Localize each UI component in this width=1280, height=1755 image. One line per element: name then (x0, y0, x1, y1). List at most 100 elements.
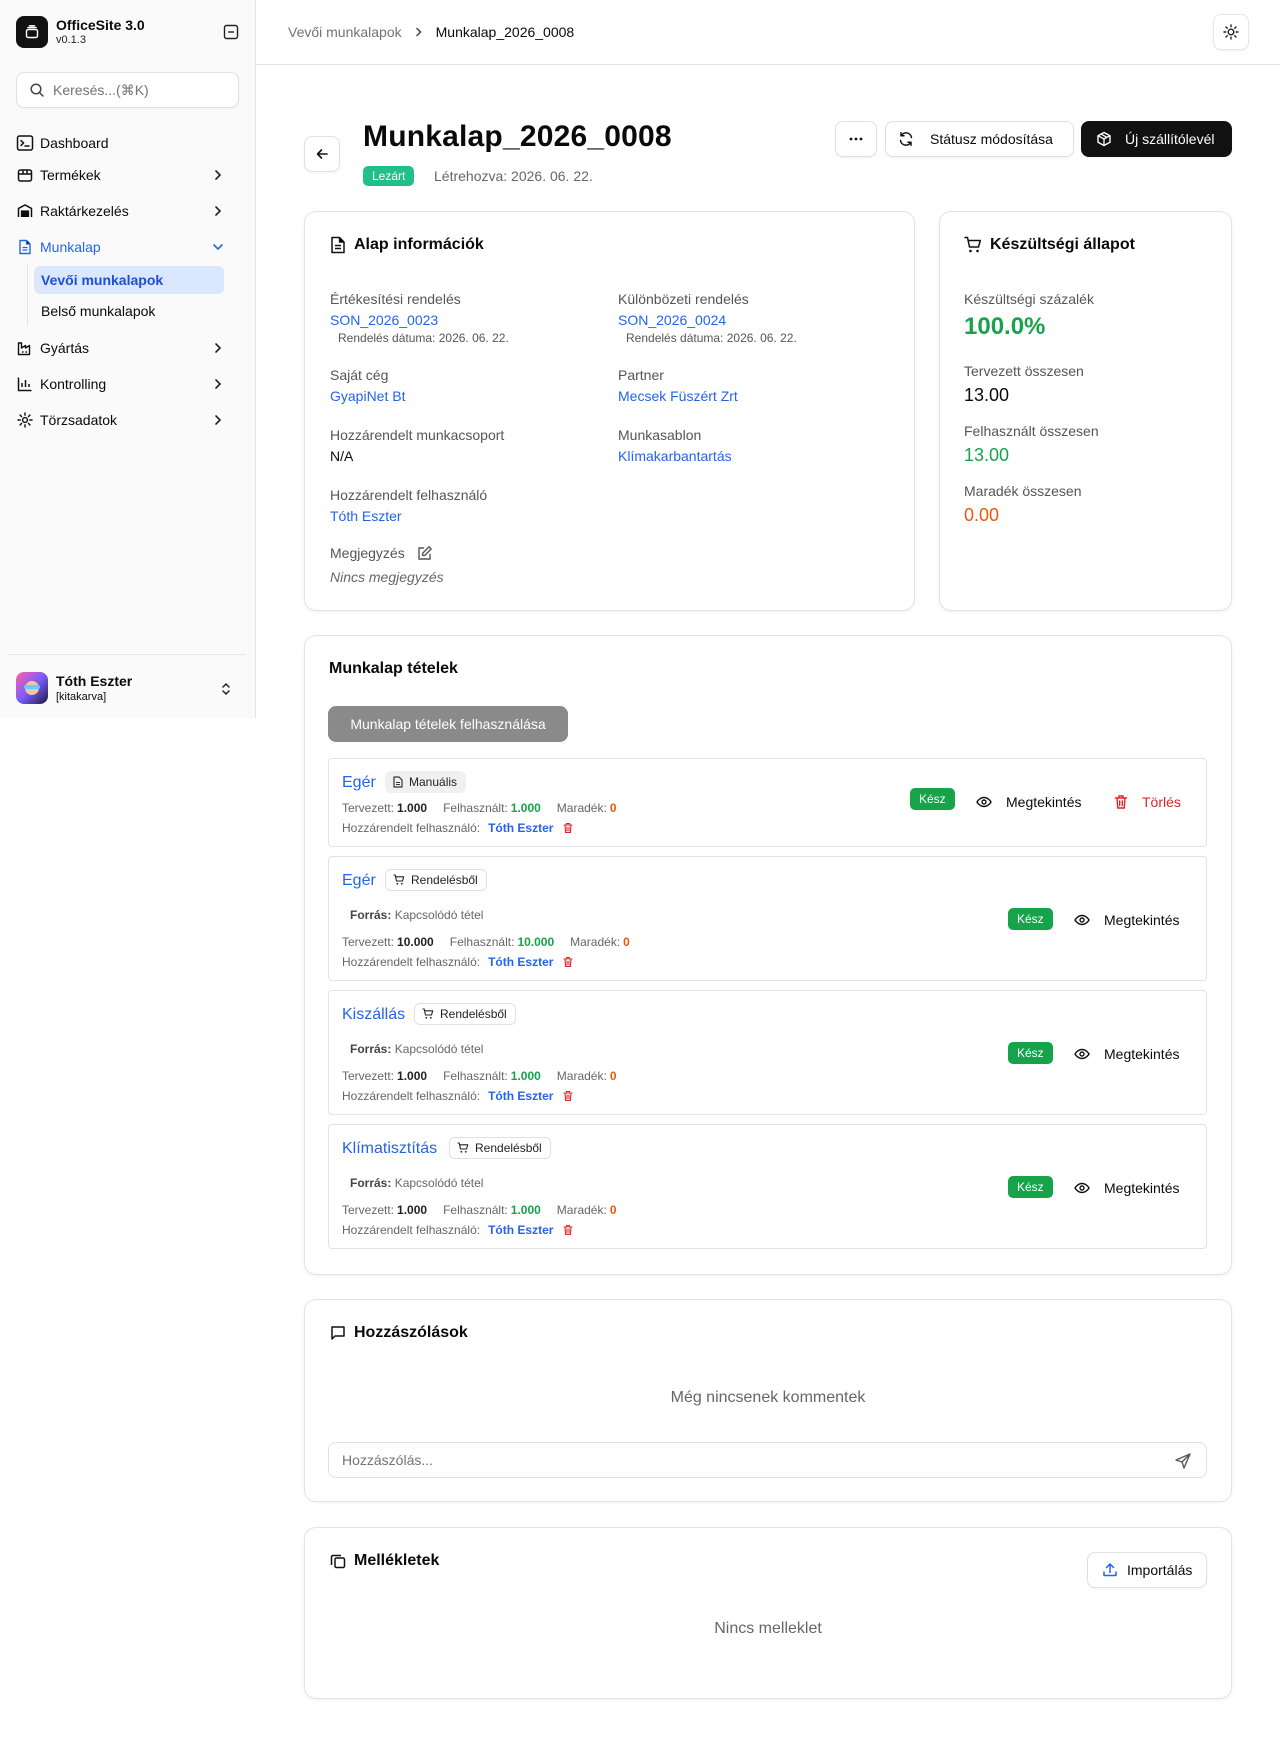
basic-info-title: Alap információk (330, 236, 484, 254)
template-link[interactable]: Klímakarbantartás (618, 448, 732, 464)
sidebar-subitem-belso-munkalapok[interactable]: Belső munkalapok (34, 297, 224, 325)
sidebar-item-label: Raktárkezelés (40, 203, 129, 219)
used-total-label: Felhasznált összesen (964, 423, 1099, 439)
diff-order-link[interactable]: SON_2026_0024 (618, 312, 726, 328)
sidebar-item-torzsadatok[interactable]: Törzsadatok (16, 406, 240, 434)
breadcrumb-current: Munkalap_2026_0008 (435, 24, 575, 40)
status-badge: Kész (1008, 908, 1053, 930)
items-title: Munkalap tételek (329, 660, 458, 677)
item-assigned-user: Hozzárendelt felhasználó: Tóth Eszter (342, 955, 573, 969)
eye-icon (1074, 1048, 1090, 1060)
own-company-link[interactable]: GyapiNet Bt (330, 388, 405, 404)
more-options-button[interactable] (835, 121, 877, 157)
item-source: Forrás: Kapcsolódó tétel (350, 908, 484, 922)
sidebar-item-label: Törzsadatok (40, 412, 118, 428)
status-badge: Kész (1008, 1176, 1053, 1198)
partner-label: Partner (618, 367, 664, 383)
sidebar-item-kontrolling[interactable]: Kontrolling (16, 370, 240, 398)
item-assigned-user: Hozzárendelt felhasználó: Tóth Eszter (342, 1089, 573, 1103)
search-input[interactable]: Keresés...(⌘K) (16, 72, 239, 108)
user-name: Tóth Eszter (56, 672, 133, 689)
breadcrumb-parent[interactable]: Vevői munkalapok (288, 24, 402, 40)
item-metrics: Tervezett: 1.000 Felhasznált: 1.000 Maradé… (342, 1203, 617, 1217)
document-icon (16, 239, 34, 255)
item-user-link[interactable]: Tóth Eszter (488, 821, 553, 835)
gear-icon (16, 412, 34, 428)
sidebar-subitem-vevoi-munkalapok[interactable]: Vevői munkalapok (34, 266, 224, 294)
diff-order-date: Rendelés dátuma: 2026. 06. 22. (626, 331, 797, 345)
item-user-link[interactable]: Tóth Eszter (488, 1089, 553, 1103)
item-tag: Rendelésből (449, 1137, 551, 1159)
chevron-right-icon (212, 378, 224, 390)
sidebar-item-label: Munkalap (40, 239, 101, 255)
new-delivery-note-button[interactable]: Új szállítólevél (1081, 121, 1232, 157)
view-button[interactable]: Megtekintés (1074, 1180, 1179, 1196)
sidebar-item-dashboard[interactable]: Dashboard (16, 129, 240, 157)
template-label: Munkasablon (618, 427, 702, 443)
sales-order-date: Rendelés dátuma: 2026. 06. 22. (338, 331, 509, 345)
item-name-link[interactable]: Egér (342, 872, 376, 890)
planned-total-value: 13.00 (964, 385, 1010, 405)
assigned-user-link[interactable]: Tóth Eszter (330, 508, 402, 524)
terminal-icon (16, 134, 34, 152)
assigned-user-label: Hozzárendelt felhasználó (330, 487, 488, 503)
sidebar-toggle-icon[interactable] (222, 23, 240, 41)
trash-icon[interactable] (563, 822, 573, 834)
send-icon[interactable] (1174, 1452, 1192, 1470)
percent-value: 100.0% (964, 313, 1046, 340)
file-text-icon (331, 236, 345, 254)
sidebar-item-gyartas[interactable]: Gyártás (16, 334, 240, 362)
eye-icon (1074, 1182, 1090, 1194)
partner-link[interactable]: Mecsek Füszért Zrt (618, 388, 738, 404)
note-value: Nincs megjegyzés (330, 569, 444, 585)
user-menu[interactable]: Tóth Eszter [kitakarva] (16, 672, 240, 704)
chevron-right-icon (414, 27, 424, 37)
group-label: Hozzárendelt munkacsoport (330, 427, 505, 443)
item-name-link[interactable]: Klímatisztítás (342, 1140, 437, 1158)
sidebar-item-termekek[interactable]: Termékek (16, 161, 240, 189)
theme-toggle-button[interactable] (1213, 14, 1249, 50)
remaining-total-label: Maradék összesen (964, 483, 1082, 499)
change-status-button[interactable]: Státusz módosítása (885, 121, 1074, 157)
brand[interactable]: OfficeSite 3.0 v0.1.3 (16, 16, 145, 48)
shopping-cart-icon (964, 236, 982, 253)
group-value: N/A (330, 448, 354, 464)
sidebar-item-munkalap[interactable]: Munkalap (16, 233, 240, 261)
item-tag: Rendelésből (414, 1003, 516, 1025)
item-metrics: Tervezett: 10.000 Felhasznált: 10.000 Mara… (342, 935, 630, 949)
trash-icon[interactable] (563, 1224, 573, 1236)
message-square-icon (331, 1326, 345, 1340)
new-delivery-note-label: Új szállítólevél (1125, 131, 1215, 147)
diff-order-label: Különbözeti rendelés (618, 291, 749, 307)
item-tag: Rendelésből (385, 869, 487, 891)
item-name-link[interactable]: Egér (342, 774, 376, 792)
attachments-empty: Nincs melleklet (714, 1620, 822, 1637)
sidebar-item-label: Gyártás (40, 340, 90, 356)
item-user-link[interactable]: Tóth Eszter (488, 1223, 553, 1237)
sidebar-divider (8, 654, 246, 655)
sales-order-link[interactable]: SON_2026_0023 (330, 312, 438, 328)
bar-chart-icon (16, 376, 34, 392)
view-button[interactable]: Megtekintés (1074, 912, 1179, 928)
sales-order-label: Értékesítési rendelés (330, 291, 461, 307)
submenu-line (27, 264, 28, 326)
arrow-left-icon (316, 149, 328, 159)
item-name-link[interactable]: Kiszállás (342, 1006, 405, 1024)
import-button[interactable]: Importálás (1087, 1552, 1207, 1588)
view-button[interactable]: Megtekintés (1074, 1046, 1179, 1062)
item-source: Forrás: Kapcsolódó tétel (350, 1042, 484, 1056)
remaining-total-value: 0.00 (964, 505, 1000, 525)
edit-note-icon[interactable] (417, 545, 433, 561)
back-button[interactable] (304, 136, 340, 172)
trash-icon[interactable] (563, 956, 573, 968)
view-button[interactable]: Megtekintés (976, 794, 1081, 810)
chevron-right-icon (212, 169, 224, 181)
item-user-link[interactable]: Tóth Eszter (488, 955, 553, 969)
breadcrumb: Vevői munkalapok Munkalap_2026_0008 (288, 24, 574, 40)
progress-title: Készültségi állapot (964, 236, 1135, 254)
trash-icon[interactable] (563, 1090, 573, 1102)
delete-button[interactable]: Törlés (1114, 794, 1181, 810)
use-items-button[interactable]: Munkalap tételek felhasználása (328, 706, 568, 742)
comment-input[interactable]: Hozzászólás... (328, 1442, 1207, 1478)
sidebar-item-raktarkezeles[interactable]: Raktárkezelés (16, 197, 240, 225)
